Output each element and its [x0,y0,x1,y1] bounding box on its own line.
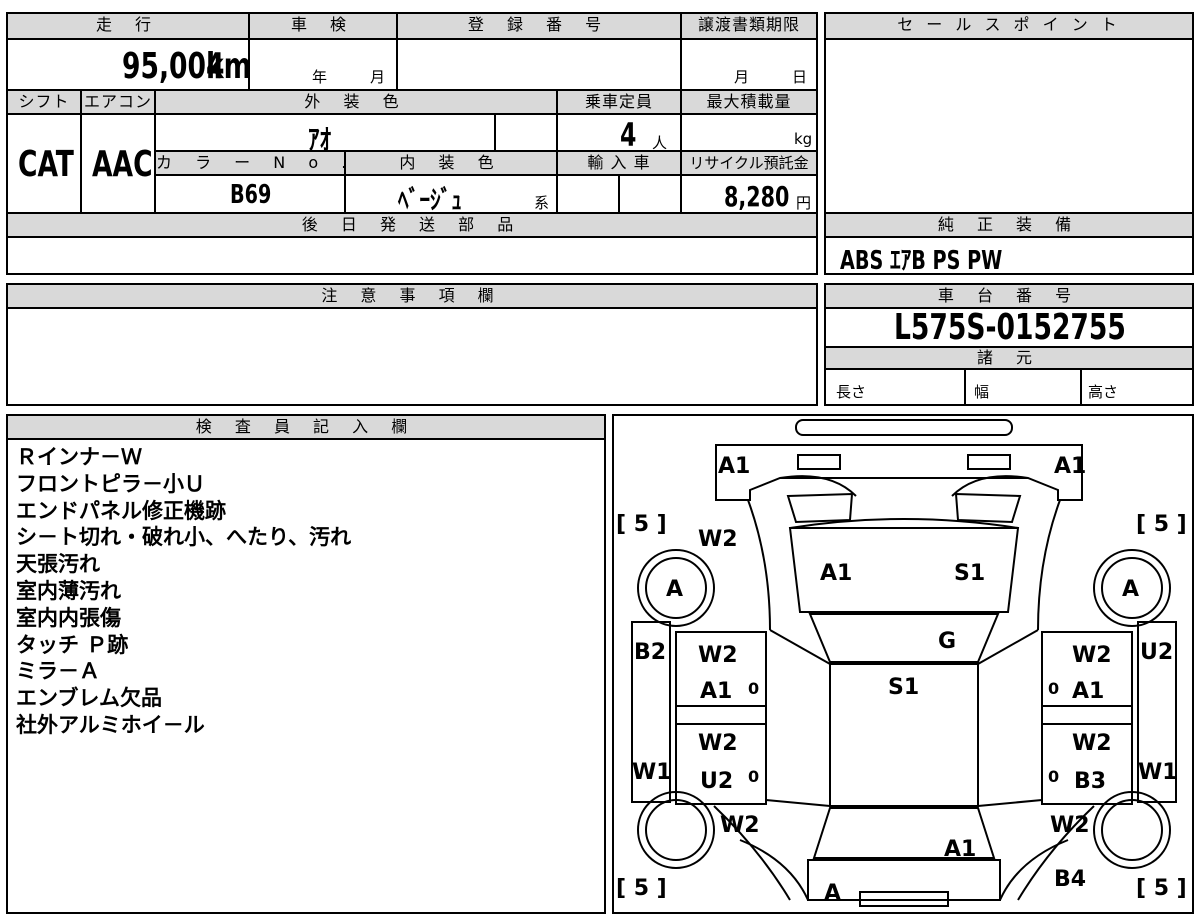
diagram-door-rl-2: U2 [700,769,733,794]
sales-point-box: セ ー ル ス ポ イ ン ト 純 正 装 備 ABS ｴｱB PS PW [824,12,1194,276]
diagram-tire-rr: [ 5 ] [1136,876,1187,901]
inspector-note: エンドパネル修正機跡 [16,498,226,523]
capacity-unit: 人 [652,134,668,152]
diagram-tire-rl: [ 5 ] [616,876,667,901]
width-label: 幅 [974,383,990,401]
inspector-note: タッチ Ｐ跡 [16,632,129,657]
diagram-quarter-l: W2 [720,813,760,838]
transfer-deadline-label: 譲渡書類期限 [682,14,816,38]
diagram-tire-fl: [ 5 ] [616,512,667,537]
diagram-door-fr-2: A1 [1072,679,1104,704]
shift-label: シフト [8,91,80,113]
diagram-door-fr-mark: 0 [1048,679,1059,698]
recycle-value: 8,280 [724,180,790,213]
diagram-wheel-fl: A [666,577,683,602]
oem-equipment-label: 純 正 装 備 [826,214,1192,236]
capacity-label: 乗車定員 [558,91,680,113]
diagram-rocker-l: W1 [632,760,672,785]
chassis-no-label: 車 台 番 号 [826,285,1192,307]
recycle-unit: 円 [796,194,812,212]
import-label: 輸 入 車 [558,152,680,174]
diagram-trunk: A1 [944,837,976,862]
inspector-note: 社外アルミホイ－ル [16,713,205,737]
damage-diagram-box: A1 A1 [ 5 ] [ 5 ] W2 A A A1 S1 G S1 B2 U… [612,414,1194,914]
chassis-no-value: L575S-0152755 [894,307,1126,348]
registration-label: 登 録 番 号 [398,14,680,38]
interior-color-label: 内 装 色 [346,152,556,174]
inspector-note: 室内内張傷 [16,605,121,630]
capacity-value: 4 [620,116,637,154]
mileage-unit: km [206,46,252,87]
length-label: 長さ [836,383,867,401]
diagram-door-rr-mark: 0 [1048,767,1059,786]
diagram-roof: S1 [888,675,919,700]
recycle-label: リサイクル預託金 [682,152,816,174]
diagram-door-rr-2: B3 [1074,769,1106,794]
max-load-label: 最大積載量 [682,91,816,113]
aircon-label: エアコン [82,91,154,113]
diagram-door-rl-mark: 0 [748,767,759,786]
inspector-note: シ－ト切れ・破れ小、へたり、汚れ [16,525,352,550]
inspector-label: 検 査 員 記 入 欄 [8,416,604,438]
diagram-door-fl-2: A1 [700,679,732,704]
deadline-month-unit: 月 [734,68,750,86]
diagram-tire-fr: [ 5 ] [1136,512,1187,537]
inspector-note: 室内薄汚れ [16,579,121,603]
diagram-side-r: U2 [1140,640,1173,665]
diagram-front-right: A1 [1054,454,1086,479]
vehicle-info-grid: 走 行 車 検 登 録 番 号 譲渡書類期限 シフト エアコン 外 装 色 乗車… [6,12,818,275]
diagram-door-fl-1: W2 [698,643,738,668]
inspection-month-unit: 月 [370,68,386,86]
chassis-box: 車 台 番 号 L575S-0152755 諸 元 長さ 幅 高さ [824,283,1194,406]
diagram-rocker-r: W1 [1138,760,1178,785]
inspection-year-unit: 年 [312,68,328,86]
sales-point-label: セ ー ル ス ポ イ ン ト [826,14,1192,38]
inspector-note: フロントピラ－小Ｕ [16,471,205,496]
later-parts-label: 後 日 発 送 部 品 [8,214,816,236]
diagram-door-rr-1: W2 [1072,731,1112,756]
exterior-color-label: 外 装 色 [156,91,556,113]
diagram-wheel-fr: A [1122,577,1139,602]
diagram-windshield: G [938,629,956,654]
interior-color-value: ﾍﾞｰｼﾞｭ [398,186,462,216]
shift-value: CAT [18,144,74,185]
diagram-fender-l: W2 [698,527,738,552]
exterior-color-value: ｱｵ [308,123,331,156]
specs-label: 諸 元 [826,348,1192,368]
inspector-note: エンブレム欠品 [16,686,162,711]
diagram-side-l: B2 [634,640,666,665]
interior-color-suffix: 系 [534,194,550,212]
deadline-day-unit: 日 [792,68,808,86]
diagram-door-fr-1: W2 [1072,643,1112,668]
diagram-hood-l: A1 [820,561,852,586]
color-no-value: B69 [230,180,272,210]
mileage-label: 走 行 [8,14,248,38]
inspector-note: ミラ－Ａ [16,659,100,684]
notes-label: 注 意 事 項 欄 [8,285,816,307]
inspector-note: Ｒインナ－Ｗ [16,445,142,469]
height-label: 高さ [1088,383,1119,401]
inspector-note: 天張汚れ [16,552,100,577]
diagram-door-rl-1: W2 [698,731,738,756]
diagram-front-left: A1 [718,454,750,479]
diagram-rear-bumper: A [824,881,841,906]
aircon-value: AAC [92,144,153,185]
diagram-rear-corner-r: B4 [1054,867,1086,892]
diagram-hood-r: S1 [954,561,985,586]
diagram-quarter-r: W2 [1050,813,1090,838]
inspection-label: 車 検 [250,14,396,38]
oem-equipment-value: ABS ｴｱB PS PW [840,246,1003,276]
inspector-box: 検 査 員 記 入 欄 Ｒインナ－Ｗ フロントピラ－小Ｕ エンドパネル修正機跡 … [6,414,606,914]
load-unit: kg [794,130,813,148]
diagram-door-fl-mark: 0 [748,679,759,698]
notes-box: 注 意 事 項 欄 [6,283,818,406]
